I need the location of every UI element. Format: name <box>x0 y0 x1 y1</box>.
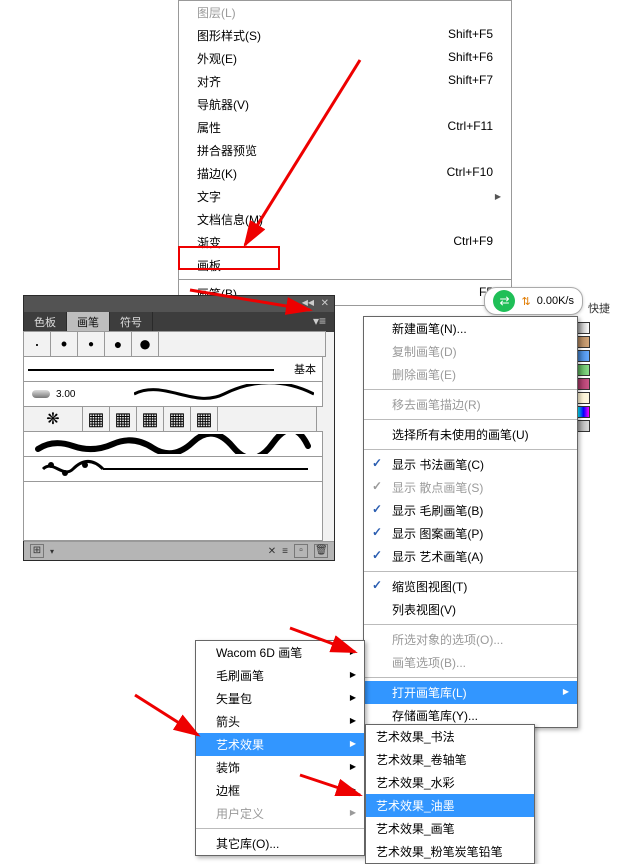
panel-tabs: 色板 画笔 符号 ▾≡ <box>24 312 334 332</box>
ctx-show-art[interactable]: 显示 艺术画笔(A) <box>364 545 577 568</box>
menu-label: 图形样式(S) <box>197 27 261 44</box>
annotation-highlight <box>178 246 280 270</box>
brush-thumb[interactable]: • <box>50 331 78 357</box>
menu-item-navigator[interactable]: 导航器(V) <box>179 93 511 116</box>
artistic-submenu: 艺术效果_书法 艺术效果_卷轴笔 艺术效果_水彩 艺术效果_油墨 艺术效果_画笔… <box>365 724 535 864</box>
panel-footer: ⊞ ▾ ✕ ≡ ▫ 🗑 <box>24 542 334 560</box>
brush-thumb-grid[interactable]: ▦ <box>190 406 218 432</box>
ctx-open-library[interactable]: 打开画笔库(L) <box>364 681 577 704</box>
ctx-brush-options: 画笔选项(B)... <box>364 651 577 674</box>
art-ink[interactable]: 艺术效果_油墨 <box>366 794 534 817</box>
menu-label: 拼合器预览 <box>197 142 257 159</box>
brush-thumb-grid[interactable]: ▦ <box>109 406 137 432</box>
menu-item-attributes[interactable]: 属性 Ctrl+F11 <box>179 116 511 139</box>
menu-item-flattener[interactable]: 拼合器预览 <box>179 139 511 162</box>
menu-item-appearance[interactable]: 外观(E) Shift+F6 <box>179 47 511 70</box>
brush-thumb[interactable]: ● <box>131 331 159 357</box>
ctx-select-unused[interactable]: 选择所有未使用的画笔(U) <box>364 423 577 446</box>
brush-size-value: 3.00 <box>56 389 75 400</box>
menu-shortcut: Shift+F5 <box>448 27 493 44</box>
art-paintbrush[interactable]: 艺术效果_画笔 <box>366 817 534 840</box>
brush-thumb[interactable] <box>158 331 326 357</box>
art-calligraphic[interactable]: 艺术效果_书法 <box>366 725 534 748</box>
menu-item-type[interactable]: 文字 <box>179 185 511 208</box>
remove-stroke-icon[interactable]: ✕ <box>268 546 276 557</box>
menu-shortcut: Ctrl+F9 <box>453 234 493 251</box>
menu-shortcut: Ctrl+F11 <box>448 119 493 136</box>
lib-other[interactable]: 其它库(O)... <box>196 832 364 855</box>
ctx-show-calli[interactable]: 显示 书法画笔(C) <box>364 453 577 476</box>
brush-sample-flourish[interactable] <box>23 456 323 482</box>
lib-user: 用户定义 <box>196 802 364 825</box>
basic-label: 基本 <box>294 361 316 377</box>
brush-list: · • ● ● ● 基本 3.00 ❋ ▦ ▦ ▦ <box>24 332 334 542</box>
brush-sample-rough[interactable] <box>23 431 323 457</box>
menu-shortcut: Ctrl+F10 <box>447 165 493 182</box>
brush-library-menu: Wacom 6D 画笔 毛刷画笔 矢量包 箭头 艺术效果 装饰 边框 用户定义 … <box>195 640 365 856</box>
wave-preview <box>134 384 314 404</box>
art-watercolor[interactable]: 艺术效果_水彩 <box>366 771 534 794</box>
menu-item-docinfo[interactable]: 文档信息(M) <box>179 208 511 231</box>
tab-swatches[interactable]: 色板 <box>24 312 67 332</box>
menu-label: 文字 <box>197 188 221 205</box>
lib-wacom[interactable]: Wacom 6D 画笔 <box>196 641 364 664</box>
brush-thumb[interactable]: ● <box>104 331 132 357</box>
brush-sample-basic[interactable]: 基本 <box>23 356 323 382</box>
lib-decorative[interactable]: 装饰 <box>196 756 364 779</box>
menu-item-layer[interactable]: 图层(L) <box>179 1 511 24</box>
menu-separator <box>179 279 511 280</box>
menu-label: 属性 <box>197 119 221 136</box>
lib-artistic[interactable]: 艺术效果 <box>196 733 364 756</box>
chevron-right-icon <box>489 188 501 205</box>
menu-label: 外观(E) <box>197 50 237 67</box>
panel-menu-button[interactable]: ▾≡ <box>305 312 334 332</box>
menu-label: 对齐 <box>197 73 221 90</box>
brush-thumb[interactable]: · <box>23 331 51 357</box>
menu-item-align[interactable]: 对齐 Shift+F7 <box>179 70 511 93</box>
lib-borders[interactable]: 边框 <box>196 779 364 802</box>
lib-bristle[interactable]: 毛刷画笔 <box>196 664 364 687</box>
collapse-icon[interactable]: ◀◀ <box>302 298 314 307</box>
menu-label: 图层(L) <box>197 4 236 21</box>
ctx-show-scatter[interactable]: 显示 散点画笔(S) <box>364 476 577 499</box>
new-brush-icon[interactable]: ▫ <box>294 544 308 558</box>
net-ext-label: 快捷 <box>588 300 610 316</box>
menu-shortcut: Shift+F6 <box>448 50 493 67</box>
ctx-remove-stroke: 移去画笔描边(R) <box>364 393 577 416</box>
ctx-list-view[interactable]: 列表视图(V) <box>364 598 577 621</box>
lib-arrows[interactable]: 箭头 <box>196 710 364 733</box>
ctx-new-brush[interactable]: 新建画笔(N)... <box>364 317 577 340</box>
options-icon[interactable]: ≡ <box>282 546 288 557</box>
tab-brushes[interactable]: 画笔 <box>67 312 110 332</box>
menu-shortcut: Shift+F7 <box>448 73 493 90</box>
tab-symbols[interactable]: 符号 <box>110 312 153 332</box>
panel-header[interactable]: ◀◀ ✕ <box>24 296 334 312</box>
ctx-del-brush: 删除画笔(E) <box>364 363 577 386</box>
brushes-panel-menu: 新建画笔(N)... 复制画笔(D) 删除画笔(E) 移去画笔描边(R) 选择所… <box>363 316 578 728</box>
ctx-dup-brush: 复制画笔(D) <box>364 340 577 363</box>
brush-thumb-grid[interactable]: ▦ <box>163 406 191 432</box>
ctx-thumb-view[interactable]: 缩览图视图(T) <box>364 575 577 598</box>
delete-icon[interactable]: 🗑 <box>314 544 328 558</box>
menu-label: 导航器(V) <box>197 96 249 113</box>
brush-thumb[interactable]: ● <box>77 331 105 357</box>
art-chalk[interactable]: 艺术效果_粉笔炭笔铅笔 <box>366 840 534 863</box>
brush-thumb-grid[interactable]: ▦ <box>82 406 110 432</box>
close-icon[interactable]: ✕ <box>321 298 329 309</box>
menu-item-graphic-styles[interactable]: 图形样式(S) Shift+F5 <box>179 24 511 47</box>
menu-item-stroke[interactable]: 描边(K) Ctrl+F10 <box>179 162 511 185</box>
ctx-show-pattern[interactable]: 显示 图案画笔(P) <box>364 522 577 545</box>
brush-sample-wave[interactable]: 3.00 <box>23 381 323 407</box>
brush-thumb-grid[interactable] <box>217 406 317 432</box>
art-scroll[interactable]: 艺术效果_卷轴笔 <box>366 748 534 771</box>
brush-tip-icon <box>32 390 50 398</box>
ctx-show-brush[interactable]: 显示 毛刷画笔(B) <box>364 499 577 522</box>
brush-thumb-grid[interactable]: ▦ <box>136 406 164 432</box>
menu-label: 描边(K) <box>197 165 237 182</box>
library-icon[interactable]: ⊞ <box>30 544 44 558</box>
ctx-sel-options: 所选对象的选项(O)... <box>364 628 577 651</box>
menu-label: 文档信息(M) <box>197 211 263 228</box>
lib-vector[interactable]: 矢量包 <box>196 687 364 710</box>
brush-thumb-ornament[interactable]: ❋ <box>23 406 83 432</box>
